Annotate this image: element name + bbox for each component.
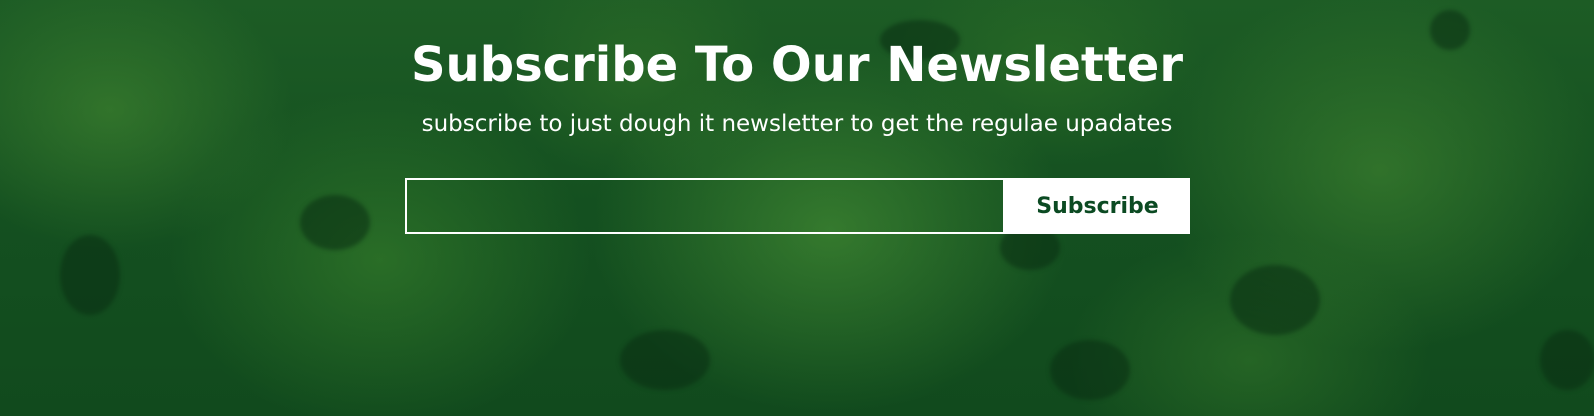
newsletter-title: Subscribe To Our Newsletter bbox=[410, 37, 1184, 93]
newsletter-content: Subscribe To Our Newsletter subscribe to… bbox=[0, 0, 1594, 416]
email-input[interactable] bbox=[405, 178, 1005, 234]
subscribe-button[interactable]: Subscribe bbox=[1005, 178, 1190, 234]
newsletter-section: Subscribe To Our Newsletter subscribe to… bbox=[0, 0, 1594, 416]
newsletter-subtitle: subscribe to just dough it newsletter to… bbox=[421, 111, 1173, 137]
subscribe-form: Subscribe bbox=[405, 178, 1190, 234]
